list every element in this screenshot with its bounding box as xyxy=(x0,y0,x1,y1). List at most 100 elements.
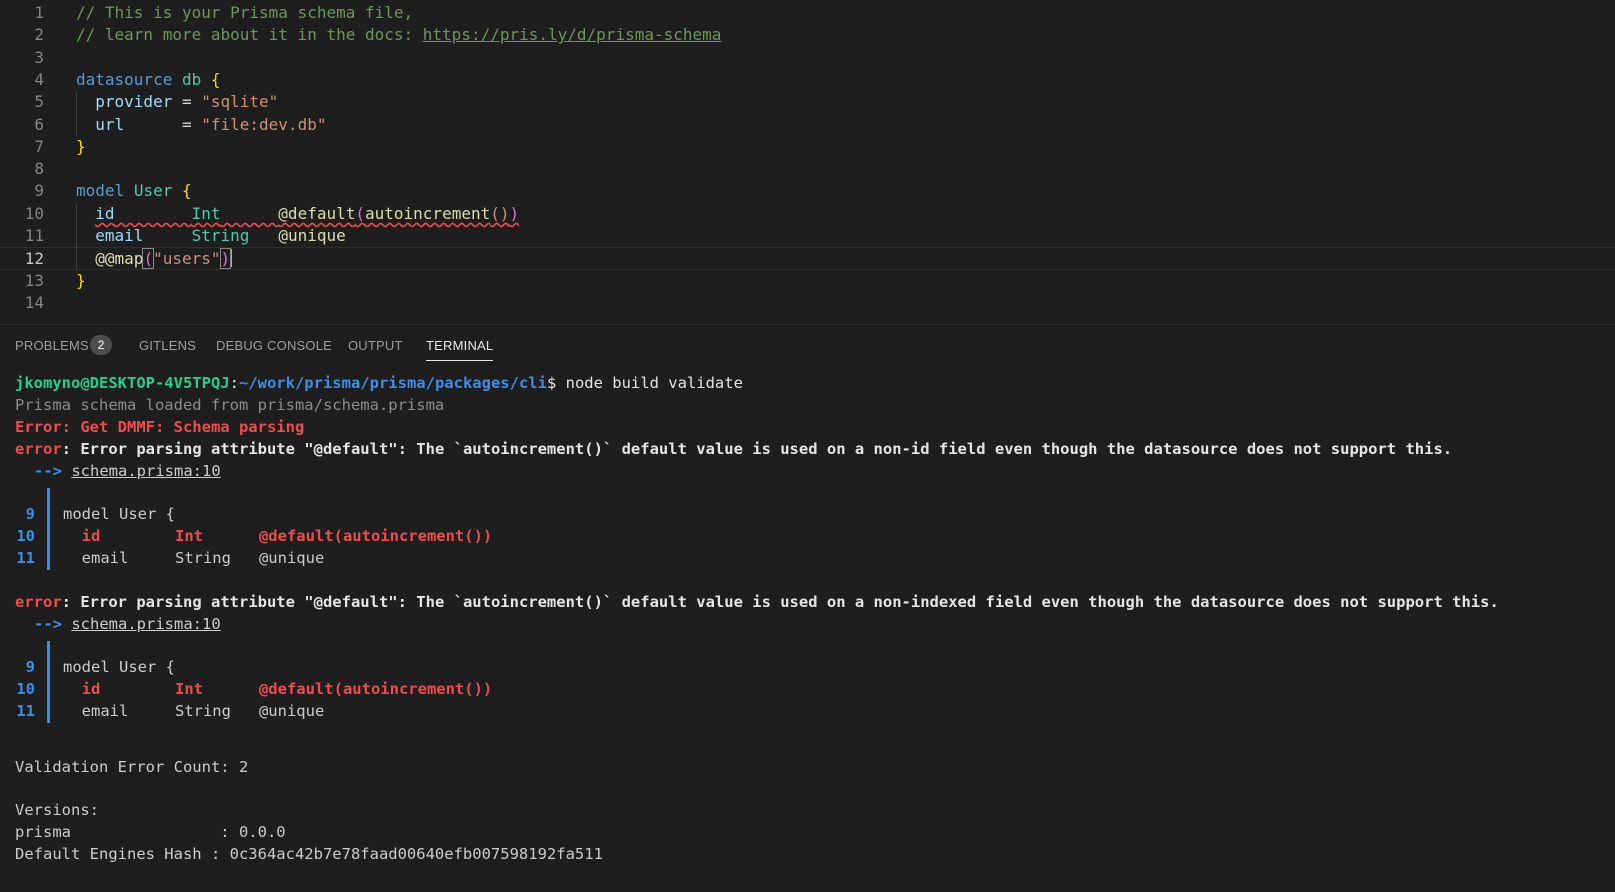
code-token: } xyxy=(76,270,86,290)
editor-line[interactable]: 1 // This is your Prisma schema file, xyxy=(0,2,1615,25)
line-number: 11 xyxy=(24,226,44,245)
code-token: String xyxy=(191,226,250,245)
editor-line[interactable]: 13} xyxy=(0,270,1615,293)
error-message: error: Error parsing attribute "@default… xyxy=(15,440,1453,458)
error-title: Error: Get DMMF: Schema parsing xyxy=(15,418,305,436)
code-token: } xyxy=(76,136,86,156)
code-text: // learn more about it in the docs: http… xyxy=(76,25,721,44)
code-token: = xyxy=(172,92,202,112)
tab-terminal[interactable]: TERMINAL xyxy=(426,338,494,361)
line-number: 6 xyxy=(34,114,44,134)
code-token: model xyxy=(76,181,125,201)
code-token: // learn more about it in the docs: xyxy=(76,25,423,45)
code-token: "file:dev.db" xyxy=(201,114,327,134)
prompt-path: ~/work/prisma/prisma/packages/cli xyxy=(238,374,547,392)
code-token: ) xyxy=(219,248,232,270)
code-token: email xyxy=(95,226,144,245)
snippet-line: 9 model User { xyxy=(25,505,175,523)
code-text: email String @unique xyxy=(76,226,345,245)
code-token: Int xyxy=(191,203,221,223)
snippet-line-highlight: 10 id Int @default(autoincrement()) xyxy=(16,680,493,698)
text-cursor xyxy=(230,249,233,268)
editor-line[interactable]: 12 @@map("users") xyxy=(0,247,1615,271)
line-number: 12 xyxy=(24,249,44,269)
terminal-prompt-line: jkomyno@DESKTOP-4V5TPQJ:~/work/prisma/pr… xyxy=(15,374,743,392)
schema-loaded-line: Prisma schema loaded from prisma/schema.… xyxy=(15,396,445,414)
versions-header: Versions: xyxy=(15,801,99,819)
code-token: @@map xyxy=(95,249,144,269)
terminal[interactable]: jkomyno@DESKTOP-4V5TPQJ:~/work/prisma/pr… xyxy=(0,365,1615,892)
code-token: { xyxy=(210,69,221,89)
editor-line[interactable]: 14 xyxy=(0,292,1615,315)
editor-line[interactable]: 3 xyxy=(0,47,1615,70)
line-number: 5 xyxy=(34,92,44,112)
tab-gitlens[interactable]: GITLENS xyxy=(139,338,196,353)
code-text: @@map("users") xyxy=(76,248,233,270)
line-number: 8 xyxy=(34,159,44,179)
code-token: "users" xyxy=(153,249,221,269)
code-token: = xyxy=(124,114,202,134)
line-number: 4 xyxy=(34,69,44,89)
line-number: 3 xyxy=(34,47,44,67)
error-location-line: --> schema.prisma:10 xyxy=(34,615,221,633)
editor-line[interactable]: 7} xyxy=(0,136,1615,159)
error-location-link[interactable]: schema.prisma:10 xyxy=(71,615,220,633)
snippet-line: 11 email String @unique xyxy=(16,702,325,720)
error-location-link[interactable]: schema.prisma:10 xyxy=(71,462,220,480)
prompt-command: node build validate xyxy=(565,374,743,392)
problems-count-badge: 2 xyxy=(90,335,112,355)
panel-tab-bar: PROBLEMS 2 GITLENS DEBUG CONSOLE OUTPUT … xyxy=(0,325,1615,365)
code-text: id Int @default(autoincrement()) xyxy=(76,204,519,223)
error-message: error: Error parsing attribute "@default… xyxy=(15,593,1499,611)
engines-hash: Default Engines Hash : 0c364ac42b7e78faa… xyxy=(15,845,603,863)
code-text: // This is your Prisma schema file, xyxy=(76,3,413,22)
code-token: provider xyxy=(95,92,173,112)
code-token: url xyxy=(95,114,125,134)
code-editor[interactable]: 1 // This is your Prisma schema file, 2 // … xyxy=(0,0,1615,324)
code-token: User xyxy=(133,181,173,201)
line-number: 7 xyxy=(34,136,44,156)
code-text: } xyxy=(76,271,86,290)
code-token: @default xyxy=(278,203,356,223)
editor-line[interactable]: 2 // learn more about it in the docs: htt… xyxy=(0,24,1615,47)
indent-guide xyxy=(76,204,77,270)
editor-line[interactable]: 5 provider = "sqlite" xyxy=(0,91,1615,114)
editor-line[interactable]: 9 model User { xyxy=(0,180,1615,203)
editor-line[interactable]: 4 datasource db { xyxy=(0,69,1615,92)
tab-output[interactable]: OUTPUT xyxy=(348,338,403,353)
code-token: ( xyxy=(355,203,365,223)
line-number: 14 xyxy=(24,292,44,312)
editor-line[interactable]: 6 url = "file:dev.db" xyxy=(0,114,1615,137)
tab-problems[interactable]: PROBLEMS xyxy=(15,338,89,353)
snippet-line: 11 email String @unique xyxy=(16,549,325,567)
code-token: autoincrement xyxy=(365,203,491,223)
editor-line[interactable]: 10 id Int @default(autoincrement()) xyxy=(0,203,1615,226)
code-token: // This is your Prisma schema file, xyxy=(76,3,414,22)
line-number: 10 xyxy=(24,203,44,223)
code-token: () xyxy=(490,203,510,223)
code-text: url = "file:dev.db" xyxy=(76,115,326,134)
code-token: db xyxy=(181,69,202,89)
code-text: } xyxy=(76,137,86,156)
editor-line[interactable]: 11 email String @unique xyxy=(0,225,1615,248)
tab-debug-console[interactable]: DEBUG CONSOLE xyxy=(216,338,332,353)
code-text: provider = "sqlite" xyxy=(76,92,278,111)
editor-line[interactable]: 8 xyxy=(0,158,1615,181)
code-text: datasource db { xyxy=(76,70,221,89)
code-token: "sqlite" xyxy=(201,92,279,112)
line-number: 1 xyxy=(34,3,44,22)
code-text: model User { xyxy=(76,181,192,200)
indent-guide xyxy=(76,92,77,136)
snippet-line-highlight: 10 id Int @default(autoincrement()) xyxy=(16,527,493,545)
